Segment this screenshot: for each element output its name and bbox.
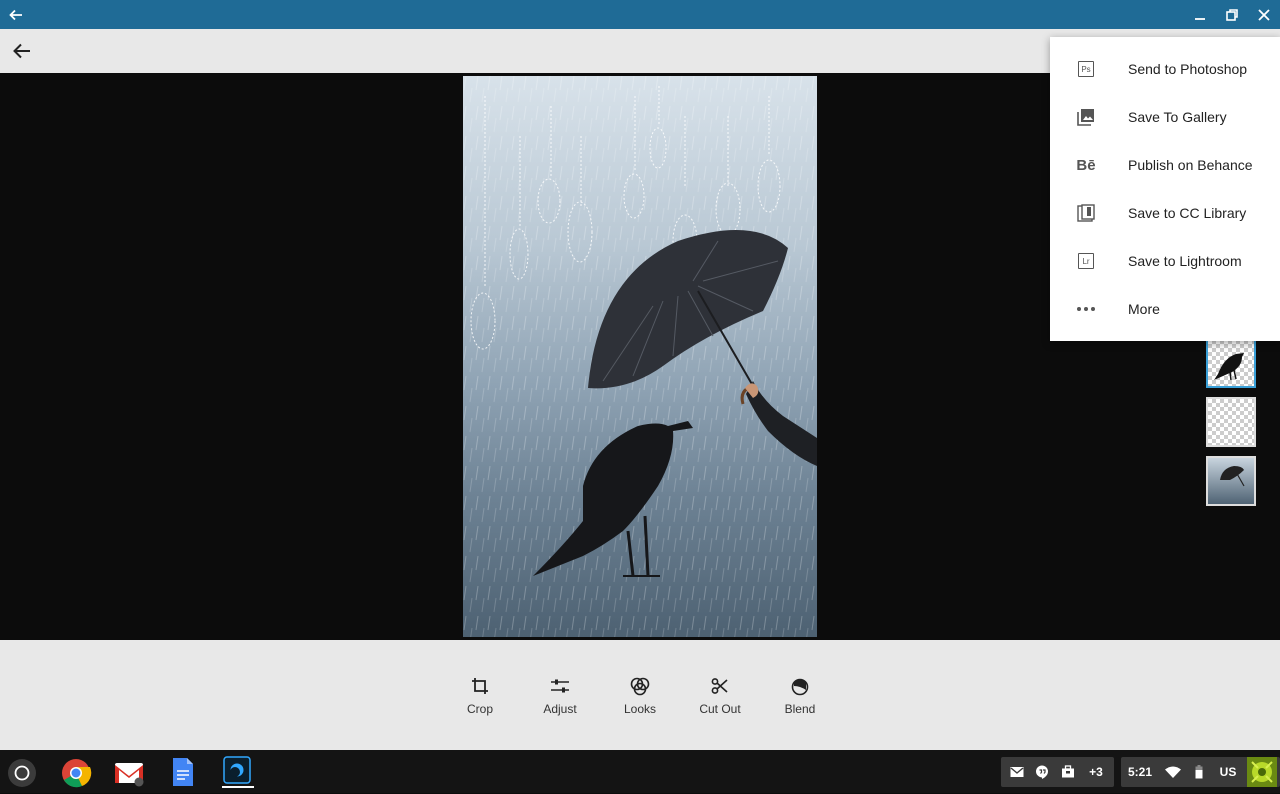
menu-item-send-to-photoshop[interactable]: Ps Send to Photoshop xyxy=(1050,45,1280,93)
menu-item-save-to-cc-library[interactable]: Save to CC Library xyxy=(1050,189,1280,237)
layer-thumb-background[interactable] xyxy=(1206,456,1256,506)
tool-label: Looks xyxy=(623,702,657,716)
close-button[interactable] xyxy=(1248,0,1280,29)
arrow-left-icon xyxy=(9,9,22,20)
layers-panel xyxy=(1206,338,1256,515)
looks-icon xyxy=(630,677,650,696)
wifi-status xyxy=(1163,757,1183,787)
layer-thumb-crow[interactable] xyxy=(1206,338,1256,388)
window-titlebar xyxy=(0,0,1280,29)
scissors-icon xyxy=(711,678,728,694)
menu-item-publish-on-behance[interactable]: Bē Publish on Behance xyxy=(1050,141,1280,189)
crow-thumbnail xyxy=(1214,353,1244,381)
adjust-tool-button[interactable]: Adjust xyxy=(525,674,595,720)
mail-icon xyxy=(1010,767,1024,777)
arrow-left-icon xyxy=(13,43,30,59)
chrome-icon xyxy=(62,759,92,788)
clock: 5:21 xyxy=(1127,765,1153,779)
launcher-icon xyxy=(8,759,36,787)
layer-thumb-ornaments[interactable] xyxy=(1206,397,1256,447)
wifi-icon xyxy=(1165,766,1181,778)
notification-tray[interactable]: +3 xyxy=(1001,757,1114,787)
menu-item-save-to-lightroom[interactable]: Lr Save to Lightroom xyxy=(1050,237,1280,285)
menu-item-save-to-gallery[interactable]: Save To Gallery xyxy=(1050,93,1280,141)
briefcase-icon xyxy=(1062,765,1074,778)
mail-notification[interactable] xyxy=(1007,757,1027,787)
behance-icon: Bē xyxy=(1076,156,1096,174)
restore-icon xyxy=(1226,8,1238,21)
lightroom-icon: Lr xyxy=(1078,253,1094,269)
cutout-tool-button[interactable]: Cut Out xyxy=(685,674,755,720)
tool-label: Cut Out xyxy=(699,702,741,716)
menu-item-more[interactable]: More xyxy=(1050,285,1280,333)
tool-label: Adjust xyxy=(543,702,577,716)
composite-photo[interactable] xyxy=(463,76,817,637)
photoshop-mix-app-button[interactable] xyxy=(222,756,254,788)
menu-item-label: Save to CC Library xyxy=(1128,205,1247,221)
tool-label: Blend xyxy=(784,702,816,716)
share-menu: Ps Send to Photoshop Save To Gallery Bē … xyxy=(1050,37,1280,341)
menu-item-label: Publish on Behance xyxy=(1128,157,1253,173)
download-notification[interactable] xyxy=(1058,757,1078,787)
transparency-checker xyxy=(1208,399,1254,445)
cc-library-icon xyxy=(1077,204,1095,222)
menu-item-label: Send to Photoshop xyxy=(1128,61,1248,77)
gallery-icon xyxy=(1077,109,1094,126)
notification-count: +3 xyxy=(1089,765,1103,779)
close-icon xyxy=(1258,8,1270,21)
os-shelf: +3 5:21 US xyxy=(0,750,1280,793)
tool-label: Crop xyxy=(466,702,493,716)
user-avatar[interactable] xyxy=(1245,757,1279,787)
avatar-image xyxy=(1247,757,1277,787)
menu-item-label: Save to Lightroom xyxy=(1128,253,1242,269)
battery-status xyxy=(1189,757,1209,787)
gmail-app-button[interactable] xyxy=(113,759,145,787)
window-back-button[interactable] xyxy=(0,0,32,29)
blend-icon xyxy=(791,678,809,696)
hangouts-icon xyxy=(1036,765,1048,779)
blend-tool-button[interactable]: Blend xyxy=(765,674,835,720)
docs-icon xyxy=(173,758,193,786)
adjust-icon xyxy=(551,679,569,693)
chrome-app-button[interactable] xyxy=(60,757,92,789)
tools-bar: Crop Adjust Looks Cut Out Blend xyxy=(0,640,1280,750)
more-icon xyxy=(1077,307,1095,311)
crop-tool-button[interactable]: Crop xyxy=(445,674,515,720)
launcher-button[interactable] xyxy=(7,758,37,788)
status-tray[interactable]: 5:21 US xyxy=(1121,757,1280,787)
photoshop-icon: Ps xyxy=(1078,61,1094,77)
docs-app-button[interactable] xyxy=(171,757,195,787)
minimize-button[interactable] xyxy=(1184,0,1216,29)
battery-icon xyxy=(1195,765,1203,779)
minimize-icon xyxy=(1195,17,1205,20)
photoshop-mix-icon xyxy=(223,756,251,784)
photo-artwork xyxy=(463,76,817,637)
background-thumbnail xyxy=(1208,458,1254,504)
crop-icon xyxy=(472,678,488,694)
looks-tool-button[interactable]: Looks xyxy=(605,674,675,720)
hangouts-notification[interactable] xyxy=(1032,757,1052,787)
menu-item-label: More xyxy=(1128,301,1160,317)
back-button[interactable] xyxy=(6,35,38,67)
input-method: US xyxy=(1219,765,1237,779)
menu-item-label: Save To Gallery xyxy=(1128,109,1227,125)
restore-button[interactable] xyxy=(1216,0,1248,29)
gmail-icon xyxy=(115,763,144,787)
